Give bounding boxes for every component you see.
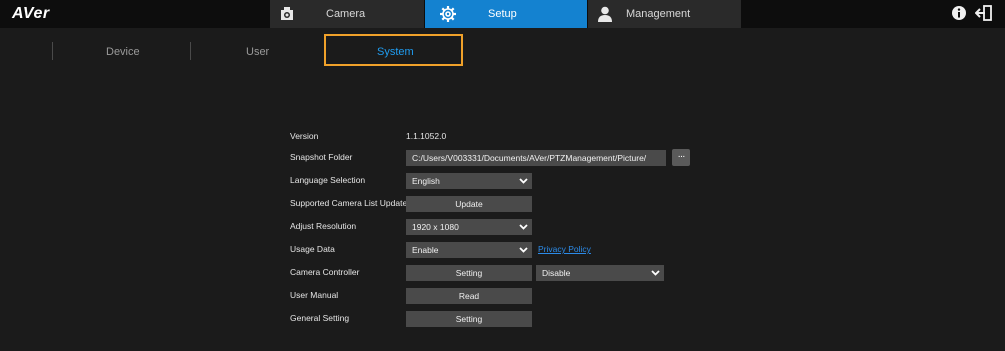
usage-value: Enable bbox=[412, 245, 439, 255]
version-row: Version 1.1.1052.0 bbox=[290, 129, 710, 145]
chevron-down-icon bbox=[519, 224, 528, 230]
manual-row: User Manual Read bbox=[290, 288, 710, 304]
top-bar: AVer Camera Setup Management bbox=[0, 0, 1005, 28]
usage-select[interactable]: Enable bbox=[406, 242, 532, 258]
usage-label: Usage Data bbox=[290, 244, 335, 254]
update-button[interactable]: Update bbox=[406, 196, 532, 212]
nav-setup[interactable]: Setup bbox=[425, 0, 587, 28]
chevron-down-icon bbox=[651, 270, 660, 276]
usage-row: Usage Data Enable Privacy Policy bbox=[290, 242, 710, 258]
camera-list-row: Supported Camera List Update Update bbox=[290, 196, 710, 212]
snapshot-label: Snapshot Folder bbox=[290, 152, 353, 162]
logout-icon[interactable] bbox=[975, 5, 993, 21]
nav-management-label: Management bbox=[626, 8, 691, 20]
controller-value: Disable bbox=[542, 268, 571, 278]
camera-icon bbox=[281, 7, 293, 20]
nav-camera[interactable]: Camera bbox=[270, 0, 424, 28]
language-value: English bbox=[412, 176, 440, 186]
tab-system[interactable]: System bbox=[324, 34, 463, 66]
nav-setup-label: Setup bbox=[488, 8, 517, 20]
resolution-select[interactable]: 1920 x 1080 bbox=[406, 219, 532, 235]
controller-row: Camera Controller Setting Disable bbox=[290, 265, 710, 281]
general-label: General Setting bbox=[290, 313, 350, 323]
aver-logo: AVer bbox=[12, 5, 50, 22]
privacy-policy-link[interactable]: Privacy Policy bbox=[538, 244, 591, 254]
general-setting-button[interactable]: Setting bbox=[406, 311, 532, 327]
snapshot-folder-input[interactable]: C:/Users/V003331/Documents/AVer/PTZManag… bbox=[406, 150, 666, 166]
resolution-label: Adjust Resolution bbox=[290, 221, 357, 231]
version-value: 1.1.1052.0 bbox=[406, 131, 447, 141]
camera-list-label: Supported Camera List Update bbox=[290, 198, 408, 208]
resolution-row: Adjust Resolution 1920 x 1080 bbox=[290, 219, 710, 235]
tab-divider bbox=[190, 42, 191, 60]
controller-label: Camera Controller bbox=[290, 267, 360, 277]
more-icon: ··· bbox=[677, 151, 686, 162]
version-label: Version bbox=[290, 131, 319, 141]
tab-user[interactable]: User bbox=[240, 34, 280, 68]
read-manual-button[interactable]: Read bbox=[406, 288, 532, 304]
tab-system-label: System bbox=[377, 46, 414, 58]
tab-divider bbox=[52, 42, 53, 60]
nav-management[interactable]: Management bbox=[588, 0, 741, 28]
chevron-down-icon bbox=[519, 247, 528, 253]
snapshot-row: Snapshot Folder C:/Users/V003331/Documen… bbox=[290, 149, 710, 166]
info-icon[interactable] bbox=[951, 5, 967, 21]
language-label: Language Selection bbox=[290, 175, 366, 185]
browse-button[interactable]: ··· bbox=[672, 149, 690, 166]
controller-select[interactable]: Disable bbox=[536, 265, 664, 281]
nav-camera-label: Camera bbox=[326, 8, 366, 20]
manual-label: User Manual bbox=[290, 290, 339, 300]
sub-tabs: Device User System bbox=[0, 34, 1005, 68]
gear-icon bbox=[440, 6, 456, 22]
language-select[interactable]: English bbox=[406, 173, 532, 189]
controller-setting-button[interactable]: Setting bbox=[406, 265, 532, 281]
snapshot-folder-path: C:/Users/V003331/Documents/AVer/PTZManag… bbox=[412, 153, 647, 163]
tab-user-label: User bbox=[246, 46, 270, 58]
tab-device[interactable]: Device bbox=[100, 34, 160, 68]
chevron-down-icon bbox=[519, 178, 528, 184]
language-row: Language Selection English bbox=[290, 173, 710, 189]
resolution-value: 1920 x 1080 bbox=[412, 222, 459, 232]
tab-device-label: Device bbox=[106, 46, 140, 58]
user-icon bbox=[598, 6, 612, 22]
general-row: General Setting Setting bbox=[290, 311, 710, 327]
